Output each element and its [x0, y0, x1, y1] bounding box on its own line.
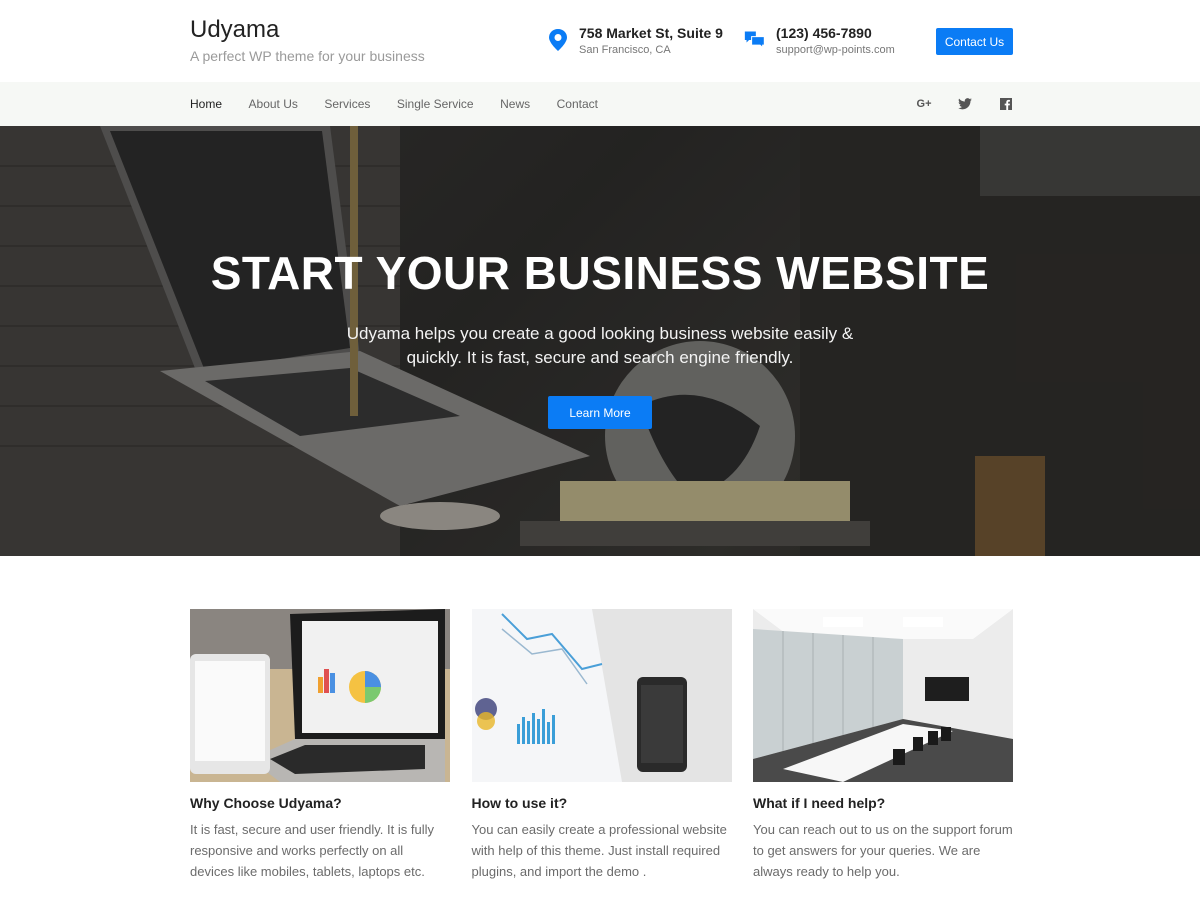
hero-banner: START YOUR BUSINESS WEBSITE Udyama helps…	[0, 126, 1200, 556]
card-description: You can reach out to us on the support f…	[753, 822, 1013, 879]
brand: Udyama A perfect WP theme for your busin…	[190, 16, 425, 64]
hero-title: START YOUR BUSINESS WEBSITE	[210, 247, 990, 299]
card-title[interactable]: How to use it?	[472, 795, 732, 811]
address-line2: San Francisco, CA	[579, 44, 671, 56]
conference-room-image[interactable]	[753, 609, 1013, 782]
social-links: G+	[917, 82, 1013, 126]
twitter-icon[interactable]	[958, 97, 972, 111]
nav-item-news[interactable]: News	[500, 97, 530, 111]
phone-number[interactable]: (123) 456-7890	[776, 24, 895, 42]
google-plus-icon[interactable]: G+	[917, 97, 932, 111]
site-tagline: A perfect WP theme for your business	[190, 48, 425, 64]
chat-bubbles-icon	[744, 31, 765, 49]
laptop-charts-image[interactable]	[190, 609, 450, 782]
feature-cards: Why Choose Udyama? It is fast, secure an…	[190, 609, 1013, 882]
feature-card-need-help: What if I need help? You can reach out t…	[753, 609, 1013, 882]
card-title[interactable]: Why Choose Udyama?	[190, 795, 450, 811]
card-description: It is fast, secure and user friendly. It…	[190, 822, 434, 879]
site-header: Udyama A perfect WP theme for your busin…	[0, 0, 1200, 82]
site-title[interactable]: Udyama	[190, 16, 425, 44]
hero-subtitle: Udyama helps you create a good looking b…	[346, 324, 854, 367]
map-pin-icon	[549, 29, 567, 51]
facebook-icon[interactable]	[999, 97, 1013, 111]
phone-info: (123) 456-7890 support@wp-points.com	[744, 24, 895, 56]
learn-more-button[interactable]: Learn More	[548, 396, 652, 429]
nav-item-single-service[interactable]: Single Service	[397, 97, 474, 111]
feature-card-why-choose: Why Choose Udyama? It is fast, secure an…	[190, 609, 450, 882]
support-email[interactable]: support@wp-points.com	[776, 44, 895, 56]
hero-content: START YOUR BUSINESS WEBSITE Udyama helps…	[0, 246, 1200, 429]
nav-item-home[interactable]: Home	[190, 97, 222, 111]
main-navigation: Home About Us Services Single Service Ne…	[0, 82, 1200, 126]
card-description: You can easily create a professional web…	[471, 822, 727, 879]
nav-menu: Home About Us Services Single Service Ne…	[190, 82, 624, 126]
nav-item-services[interactable]: Services	[324, 97, 370, 111]
contact-us-button[interactable]: Contact Us	[936, 28, 1013, 55]
nav-item-about-us[interactable]: About Us	[249, 97, 298, 111]
documents-phone-image[interactable]	[471, 609, 732, 782]
feature-card-how-to-use: How to use it? You can easily create a p…	[471, 609, 732, 882]
nav-item-contact[interactable]: Contact	[557, 97, 598, 111]
address-info: 758 Market St, Suite 9 San Francisco, CA	[547, 24, 723, 56]
card-title[interactable]: What if I need help?	[753, 795, 1013, 811]
address-line1: 758 Market St, Suite 9	[579, 25, 723, 41]
